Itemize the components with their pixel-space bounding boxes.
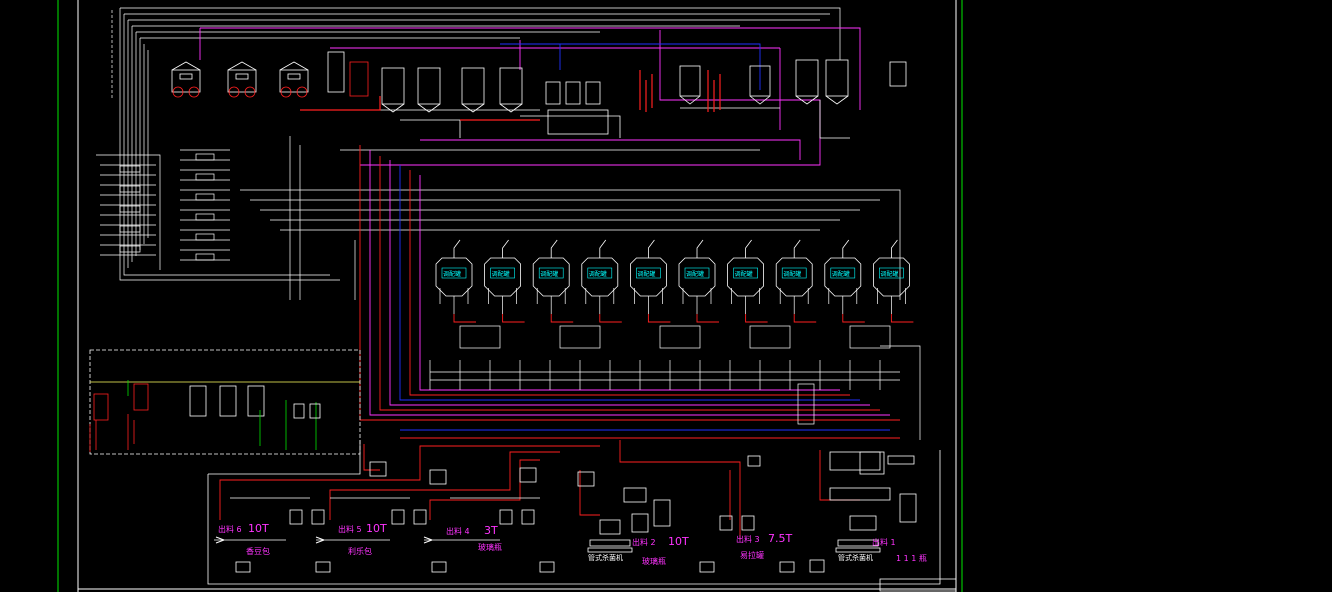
mixing-tank: 调配罐 — [873, 239, 914, 323]
mixing-tank-label: 调配罐 — [589, 270, 607, 278]
mixing-tank-label: 调配罐 — [637, 270, 655, 278]
outlet-5-name: 出料 5 — [338, 524, 362, 534]
process-flow-diagram: 调配罐 调配罐 调配罐 调配罐 调配罐 调配罐 调配罐 调配罐 调配罐 调配罐 — [57, 0, 963, 592]
mixing-tank-label: 调配罐 — [832, 270, 850, 278]
outlet-4-capacity: 3T — [484, 524, 498, 537]
top-process-vessels — [327, 51, 907, 139]
mixing-tank: 调配罐 — [727, 239, 768, 323]
sterilizer-label-1: 管式杀菌机 — [588, 553, 623, 562]
outlet-2-capacity: 10T — [668, 535, 689, 548]
outlet-2-name: 出料 2 — [632, 537, 656, 547]
outlet-4-name: 出料 4 — [446, 526, 470, 536]
left-valve-manifold — [96, 149, 230, 270]
mixing-tank: 调配罐 — [824, 239, 865, 323]
top-heating-tanks — [171, 61, 309, 98]
top-red-valves — [300, 70, 721, 121]
outlet-1-name: 出料 1 — [872, 537, 896, 547]
outlet-5-capacity: 10T — [366, 522, 387, 535]
mixing-tank: 调配罐 — [484, 239, 525, 323]
magenta-pipes-top — [199, 27, 861, 166]
mixing-tank-label: 调配罐 — [735, 270, 753, 278]
outlet-labels: 出料 6 10T 香豆包 出料 5 10T 利乐包 出料 4 3T 玻璃瓶 出料… — [218, 522, 927, 566]
outlet-1-destination: 1 1 1 瓶 — [896, 553, 927, 563]
mixing-tank-label: 调配罐 — [540, 270, 558, 278]
outlet-5-destination: 利乐包 — [348, 546, 372, 556]
outlet-4-destination: 玻璃瓶 — [478, 542, 502, 552]
outlet-6-destination: 香豆包 — [246, 546, 270, 556]
mixing-tank-label: 调配罐 — [492, 270, 510, 278]
mixing-tank: 调配罐 — [678, 239, 719, 323]
mixing-tank: 调配罐 — [775, 239, 817, 323]
lower-equipment — [207, 440, 941, 585]
blue-pipes-top — [500, 43, 761, 90]
left-pasteurizer-unit — [89, 349, 361, 455]
mixing-tank: 调配罐 — [532, 239, 574, 323]
mixing-tank-label: 调配罐 — [783, 270, 801, 278]
outlet-3-destination: 易拉罐 — [740, 550, 764, 560]
outlet-6-name: 出料 6 — [218, 524, 242, 534]
mixing-tank: 调配罐 — [581, 239, 622, 323]
mixing-tank-label: 调配罐 — [443, 270, 461, 278]
top-pipe-bus — [111, 7, 841, 281]
mixing-tank-row: 调配罐 调配罐 调配罐 调配罐 调配罐 调配罐 调配罐 调配罐 调配罐 调配罐 — [435, 239, 914, 323]
lower-red-lines — [219, 440, 860, 540]
mixing-tank-label: 调配罐 — [880, 270, 898, 278]
mixing-tank: 调配罐 — [630, 239, 671, 323]
outlet-6-capacity: 10T — [248, 522, 269, 535]
valve-matrix — [429, 325, 921, 440]
sterilizer-label-2: 管式杀菌机 — [838, 553, 873, 562]
outlet-3-capacity: 7.5T — [768, 532, 792, 545]
outlet-2-destination: 玻璃瓶 — [642, 556, 666, 566]
outlet-3-name: 出料 3 — [736, 534, 760, 544]
mixing-tank: 调配罐 — [435, 239, 476, 323]
mixing-tank-label: 调配罐 — [686, 270, 704, 278]
